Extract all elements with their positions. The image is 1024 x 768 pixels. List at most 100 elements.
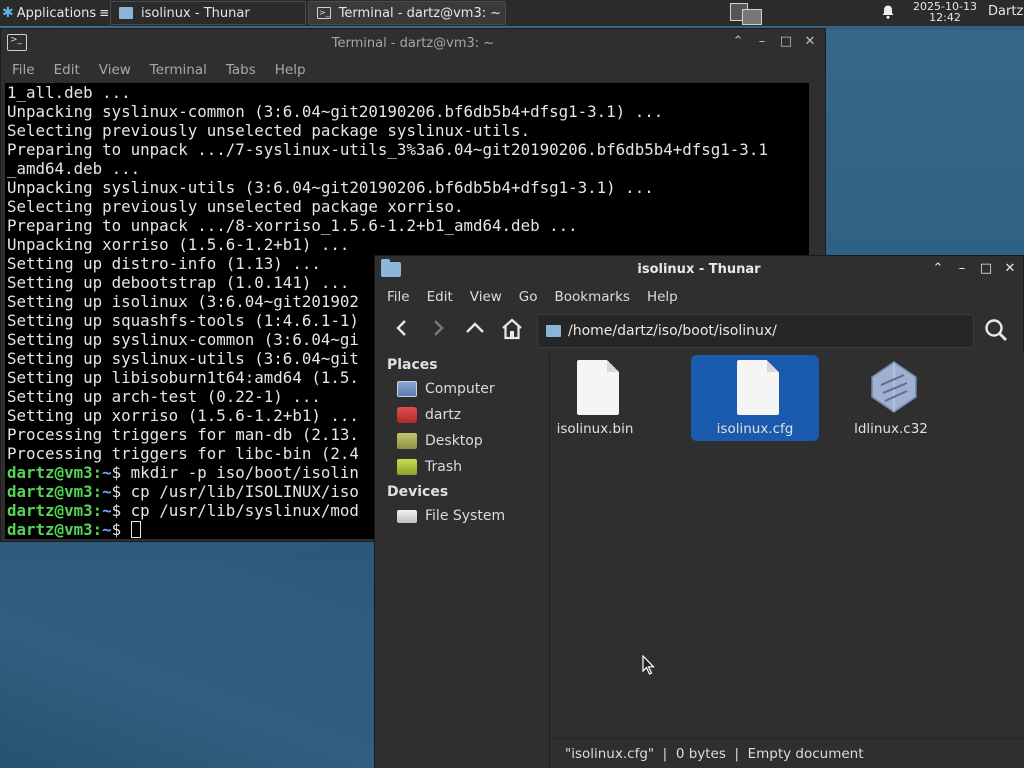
menu-tabs[interactable]: Tabs (226, 62, 256, 78)
sidebar-item-label: File System (425, 508, 506, 524)
file-name: isolinux.cfg (716, 421, 794, 437)
taskbar-item-terminal[interactable]: >_ Terminal - dartz@vm3: ~ (308, 1, 506, 25)
maximize-button[interactable]: □ (979, 261, 993, 276)
notification-bell-icon[interactable] (880, 4, 898, 22)
thunar-menubar: File Edit View Go Bookmarks Help (375, 284, 1023, 309)
taskbar-item-label: Terminal - dartz@vm3: ~ (338, 5, 502, 21)
menu-file[interactable]: File (12, 62, 35, 78)
sidebar-item-label: Desktop (425, 433, 483, 449)
terminal-icon: >_ (317, 7, 331, 19)
prompt-path: ~ (102, 463, 112, 482)
prompt-path: ~ (102, 501, 112, 520)
sidebar-item-trash[interactable]: Trash (375, 454, 549, 480)
chevron-right-icon (434, 320, 444, 336)
minimize-button[interactable]: – (755, 34, 769, 49)
prompt-user: dartz@vm3 (7, 501, 93, 520)
home-folder-icon (397, 407, 417, 423)
command-text: mkdir -p iso/boot/isolin (121, 463, 359, 482)
sidebar-item-filesystem[interactable]: File System (375, 503, 549, 529)
terminal-line: Selecting previously unselected package … (7, 197, 464, 216)
thunar-window: isolinux - Thunar ⌃ – □ ✕ File Edit View… (374, 255, 1024, 768)
prompt-separator: : (92, 482, 103, 501)
wallpaper-shape (0, 560, 380, 768)
terminal-line: Preparing to unpack .../7-syslinux-utils… (7, 140, 768, 159)
menu-go[interactable]: Go (519, 289, 538, 305)
file-item-selected[interactable]: isolinux.cfg (691, 355, 819, 441)
user-menu[interactable]: Dartz (988, 4, 1023, 19)
terminal-titlebar[interactable]: >_ Terminal - dartz@vm3: ~ ⌃ – □ ✕ (1, 29, 825, 57)
chevron-up-icon (466, 322, 484, 333)
prompt-user: dartz@vm3 (7, 520, 93, 539)
binary-file-icon (871, 361, 917, 413)
file-item[interactable]: ldlinux.c32 (827, 355, 955, 441)
thunar-title: isolinux - Thunar (637, 262, 761, 277)
home-button[interactable] (499, 317, 525, 343)
location-bar[interactable]: /home/dartz/iso/boot/isolinux/ (537, 314, 974, 348)
search-icon (985, 319, 1007, 341)
prompt-user: dartz@vm3 (7, 482, 93, 501)
top-panel: ✱ Applications ≡ isolinux - Thunar >_ Te… (0, 0, 1024, 26)
command-text: cp /usr/lib/ISOLINUX/iso (121, 482, 359, 501)
status-text: "isolinux.cfg" | 0 bytes | Empty documen… (565, 745, 864, 762)
status-bar: "isolinux.cfg" | 0 bytes | Empty documen… (551, 738, 1024, 768)
sidebar-item-home[interactable]: dartz (375, 402, 549, 428)
minimize-button[interactable]: – (955, 261, 969, 276)
file-item[interactable]: isolinux.bin (531, 355, 659, 441)
command-text: cp /usr/lib/syslinux/mod (121, 501, 359, 520)
trash-icon (397, 459, 417, 475)
menu-file[interactable]: File (387, 289, 410, 305)
terminal-line: Preparing to unpack .../8-xorriso_1.5.6-… (7, 216, 578, 235)
menu-edit[interactable]: Edit (54, 62, 80, 78)
sidebar-item-label: Trash (425, 459, 462, 475)
menu-terminal[interactable]: Terminal (150, 62, 207, 78)
terminal-title: Terminal - dartz@vm3: ~ (331, 36, 495, 51)
close-button[interactable]: ✕ (1003, 261, 1017, 276)
desktop-icon (397, 433, 417, 449)
computer-icon (397, 381, 417, 397)
thunar-titlebar[interactable]: isolinux - Thunar ⌃ – □ ✕ (375, 256, 1023, 284)
menu-view[interactable]: View (99, 62, 131, 78)
applications-suffix: ≡ (99, 5, 108, 21)
document-icon (737, 360, 779, 415)
menu-view[interactable]: View (470, 289, 502, 305)
prompt-sign: $ (111, 520, 122, 539)
taskbar-item-label: isolinux - Thunar (141, 5, 250, 21)
sidebar-item-desktop[interactable]: Desktop (375, 428, 549, 454)
menu-help[interactable]: Help (275, 62, 306, 78)
terminal-line: Selecting previously unselected package … (7, 121, 531, 140)
close-button[interactable]: ✕ (803, 34, 817, 49)
taskbar-item-thunar[interactable]: isolinux - Thunar (110, 1, 306, 25)
workspace-2-icon (742, 9, 762, 25)
command-text (121, 520, 131, 539)
side-pane: Places Computer dartz Desktop Trash Devi… (375, 353, 550, 768)
prompt-sign: $ (111, 501, 122, 520)
applications-label: Applications (16, 5, 97, 21)
back-button[interactable] (389, 317, 415, 343)
terminal-line: 1_all.deb ... (7, 83, 131, 102)
clock-time: 12:42 (929, 11, 961, 24)
folder-icon (119, 7, 133, 19)
search-button[interactable] (983, 317, 1011, 345)
terminal-line: Unpacking syslinux-common (3:6.04~git201… (7, 102, 664, 121)
menu-edit[interactable]: Edit (427, 289, 453, 305)
maximize-button[interactable]: □ (779, 34, 793, 49)
prompt-separator: : (92, 463, 103, 482)
prompt-sign: $ (111, 482, 122, 501)
file-name: ldlinux.c32 (854, 421, 928, 437)
forward-button[interactable] (425, 317, 451, 343)
applications-menu-button[interactable]: ✱ Applications ≡ (0, 0, 108, 26)
menu-help[interactable]: Help (647, 289, 678, 305)
sidebar-item-computer[interactable]: Computer (375, 376, 549, 402)
panel-clock[interactable]: 2025-10-13 12:42 (906, 1, 984, 23)
devices-header: Devices (387, 484, 449, 500)
terminal-line: _amd64.deb ... (7, 159, 141, 178)
drive-icon (397, 509, 417, 523)
shade-button[interactable]: ⌃ (731, 34, 745, 49)
document-icon (577, 360, 619, 415)
menu-bookmarks[interactable]: Bookmarks (555, 289, 630, 305)
parent-folder-button[interactable] (462, 317, 488, 343)
workspace-switcher[interactable] (728, 1, 766, 25)
text-cursor (130, 521, 141, 538)
file-view[interactable]: isolinux.bin isolinux.cfg ldlinux.c32 (551, 353, 1024, 738)
shade-button[interactable]: ⌃ (931, 261, 945, 276)
